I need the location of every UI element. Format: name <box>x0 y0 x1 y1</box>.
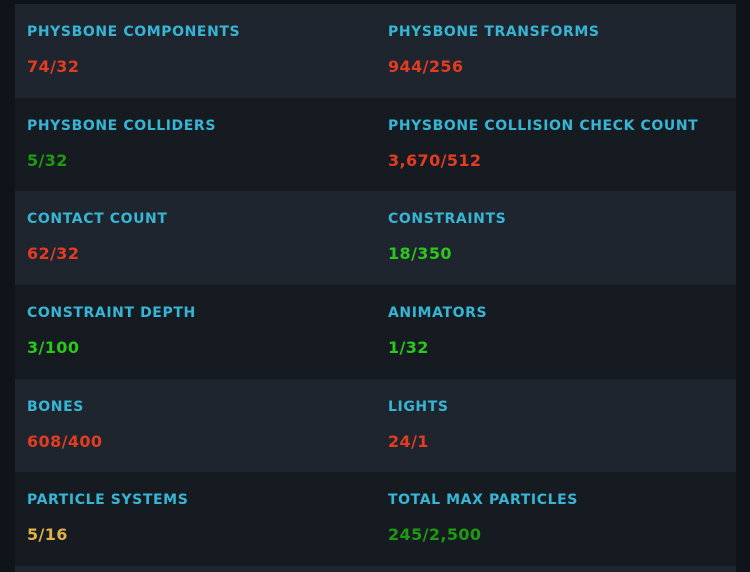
stat-value: 5/32 <box>27 151 68 170</box>
stat-label: PHYSBONE COLLISION CHECK COUNT <box>388 118 699 134</box>
stat-label: PHYSBONE COLLIDERS <box>27 118 216 134</box>
performance-stats-panel: PHYSBONE COMPONENTS 74/32 PHYSBONE TRANS… <box>0 0 750 572</box>
stat-label: PHYSBONE TRANSFORMS <box>388 24 600 40</box>
stats-row-bones: BONES 608/400 LIGHTS 24/1 <box>15 379 736 473</box>
stats-row-physbone-components: PHYSBONE COMPONENTS 74/32 PHYSBONE TRANS… <box>15 4 736 98</box>
stat-value: 944/256 <box>388 57 464 76</box>
stat-label: CONSTRAINT DEPTH <box>27 305 196 321</box>
stats-row-contact-count: CONTACT COUNT 62/32 CONSTRAINTS 18/350 <box>15 191 736 285</box>
stat-value: 245/2,500 <box>388 525 482 544</box>
stat-label: BONES <box>27 399 84 415</box>
stat-label: PARTICLE SYSTEMS <box>27 492 189 508</box>
stat-label: CONTACT COUNT <box>27 211 168 227</box>
stat-label: TOTAL MAX PARTICLES <box>388 492 578 508</box>
stat-value: 74/32 <box>27 57 80 76</box>
stats-row-constraint-depth: CONSTRAINT DEPTH 3/100 ANIMATORS 1/32 <box>15 285 736 379</box>
stat-value: 3/100 <box>27 338 80 357</box>
stat-label: LIGHTS <box>388 399 449 415</box>
stats-row-particle-systems: PARTICLE SYSTEMS 5/16 TOTAL MAX PARTICLE… <box>15 472 736 566</box>
stat-value: 608/400 <box>27 432 103 451</box>
stat-value: 24/1 <box>388 432 429 451</box>
stat-value: 62/32 <box>27 244 80 263</box>
stat-label: PHYSBONE COMPONENTS <box>27 24 241 40</box>
stats-row-physbone-colliders: PHYSBONE COLLIDERS 5/32 PHYSBONE COLLISI… <box>15 98 736 192</box>
stat-value: 5/16 <box>27 525 68 544</box>
stat-value: 18/350 <box>388 244 452 263</box>
stat-label: CONSTRAINTS <box>388 211 507 227</box>
next-row-edge <box>15 566 736 572</box>
stat-label: ANIMATORS <box>388 305 488 321</box>
stat-value: 1/32 <box>388 338 429 357</box>
stat-value: 3,670/512 <box>388 151 482 170</box>
